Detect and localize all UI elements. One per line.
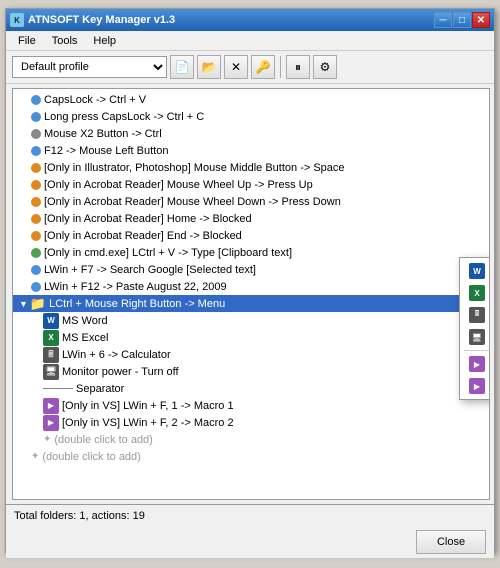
ctx-ms-excel[interactable]: X MS Excel (460, 282, 489, 304)
window-title: ATNSOFT Key Manager v1.3 (28, 14, 433, 26)
macro1-icon: ▶ (468, 355, 486, 373)
maximize-button[interactable]: □ (453, 12, 471, 28)
profile-select[interactable]: Default profile (12, 56, 167, 78)
bottom-bar: Close (6, 526, 494, 558)
app-icon: K (10, 13, 24, 27)
close-window-button[interactable]: ✕ (472, 12, 490, 28)
tree-row[interactable]: F12 -> Mouse Left Button (13, 142, 489, 159)
ctx-macro2[interactable]: ▶ Macro 2 (460, 375, 489, 397)
menu-tools[interactable]: Tools (44, 33, 86, 49)
tree-row[interactable]: [Only in Illustrator, Photoshop] Mouse M… (13, 159, 489, 176)
tree-row[interactable]: X MS Excel (13, 329, 489, 346)
status-bar: Total folders: 1, actions: 19 (6, 504, 494, 526)
tree-inner: CapsLock -> Ctrl + V Long press CapsLock… (13, 89, 489, 499)
calc-icon: 🖩 (468, 306, 486, 324)
tree-panel[interactable]: CapsLock -> Ctrl + V Long press CapsLock… (12, 88, 490, 500)
tree-row[interactable]: Mouse X2 Button -> Ctrl (13, 125, 489, 142)
tree-row[interactable]: Long press CapsLock -> Ctrl + C (13, 108, 489, 125)
main-area: CapsLock -> Ctrl + V Long press CapsLock… (6, 84, 494, 504)
tree-row-add[interactable]: ✦ (double click to add) (13, 448, 489, 465)
monitor-icon: 🖥 (468, 328, 486, 346)
pause-button[interactable]: ⏸ (286, 55, 310, 79)
ctx-separator (464, 350, 489, 351)
toolbar-separator (280, 56, 281, 78)
tree-row[interactable]: LWin + F12 -> Paste August 22, 2009 (13, 278, 489, 295)
tree-row[interactable]: [Only in Acrobat Reader] Mouse Wheel Dow… (13, 193, 489, 210)
open-button[interactable]: 📂 (197, 55, 221, 79)
delete-button[interactable]: ✕ (224, 55, 248, 79)
tree-row[interactable]: [Only in Acrobat Reader] Home -> Blocked (13, 210, 489, 227)
tree-row[interactable]: [Only in cmd.exe] LCtrl + V -> Type [Cli… (13, 244, 489, 261)
tree-row-folder[interactable]: ▼ 📁 LCtrl + Mouse Right Button -> Menu (13, 295, 489, 312)
tree-row[interactable]: LWin + F7 -> Search Google [Selected tex… (13, 261, 489, 278)
tree-row[interactable]: W MS Word (13, 312, 489, 329)
tree-row[interactable]: [Only in Acrobat Reader] Mouse Wheel Up … (13, 176, 489, 193)
status-text: Total folders: 1, actions: 19 (14, 510, 145, 522)
ctx-ms-word[interactable]: W MS Word (460, 260, 489, 282)
minimize-button[interactable]: ─ (434, 12, 452, 28)
macro2-icon: ▶ (468, 377, 486, 395)
toolbar: Default profile 📄 📂 ✕ 🔑 ⏸ ⚙ (6, 51, 494, 84)
tree-row[interactable]: 🖩 LWin + 6 -> Calculator (13, 346, 489, 363)
tree-row-add-child[interactable]: ✦ (double click to add) (13, 431, 489, 448)
ctx-monitor-power[interactable]: 🖥 Monitor power - Turn off (460, 326, 489, 348)
tree-row[interactable]: 🖥 Monitor power - Turn off (13, 363, 489, 380)
tree-row-separator[interactable]: Separator (13, 380, 489, 397)
tree-row[interactable]: ▶ [Only in VS] LWin + F, 2 -> Macro 2 (13, 414, 489, 431)
excel-icon: X (468, 284, 486, 302)
tree-row[interactable]: CapsLock -> Ctrl + V (13, 91, 489, 108)
key-button[interactable]: 🔑 (251, 55, 275, 79)
menu-bar: File Tools Help (6, 31, 494, 51)
menu-help[interactable]: Help (85, 33, 124, 49)
settings-button[interactable]: ⚙ (313, 55, 337, 79)
ctx-macro1[interactable]: ▶ Macro 1 (460, 353, 489, 375)
menu-file[interactable]: File (10, 33, 44, 49)
close-button[interactable]: Close (416, 530, 486, 554)
tree-row[interactable]: ▶ [Only in VS] LWin + F, 1 -> Macro 1 (13, 397, 489, 414)
tree-row[interactable]: [Only in Acrobat Reader] End -> Blocked (13, 227, 489, 244)
context-menu: W MS Word X MS Excel 🖩 Cal (459, 257, 489, 400)
new-button[interactable]: 📄 (170, 55, 194, 79)
word-icon: W (468, 262, 486, 280)
main-window: K ATNSOFT Key Manager v1.3 ─ □ ✕ File To… (5, 8, 495, 553)
title-bar: K ATNSOFT Key Manager v1.3 ─ □ ✕ (6, 9, 494, 31)
ctx-calculator[interactable]: 🖩 Calculator (460, 304, 489, 326)
